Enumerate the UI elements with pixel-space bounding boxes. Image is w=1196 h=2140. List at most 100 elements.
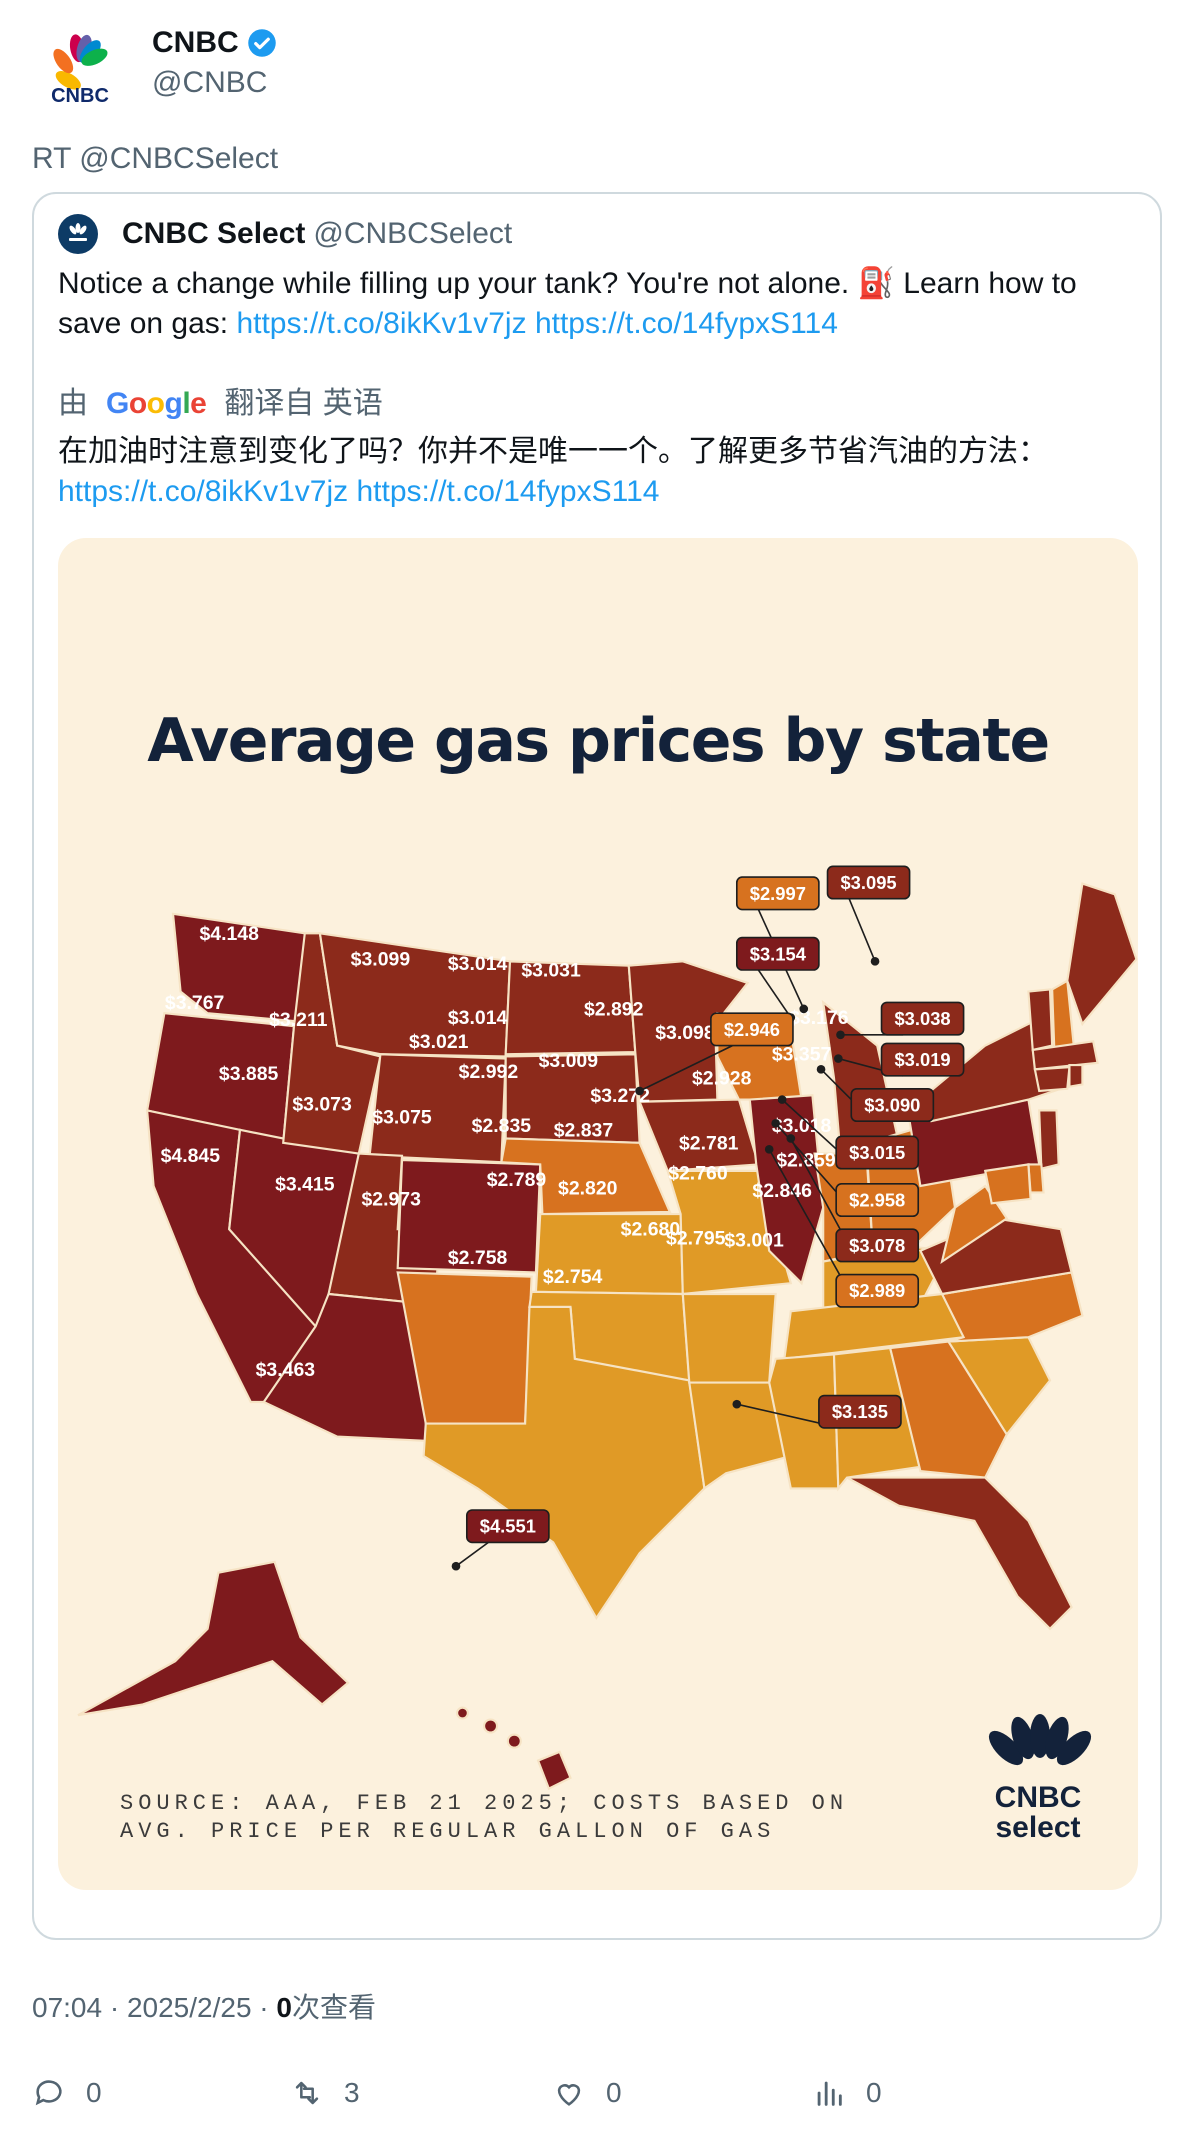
source-line-2: AVG. PRICE PER REGULAR GALLON OF GAS: [120, 1819, 776, 1844]
retweet-count: 3: [344, 2077, 360, 2108]
price-label-al: $2.795: [666, 1227, 726, 1249]
state-vt: [1027, 988, 1054, 1052]
translated-text: 在加油时注意到变化了吗？你并不是唯一一个。了解更多节省汽油的方法： https:…: [58, 432, 1138, 512]
callout-dot-ma: [836, 1030, 845, 1040]
price-label-nm: $2.973: [361, 1188, 421, 1210]
price-label-tx: $2.758: [448, 1247, 508, 1269]
state-ak: [77, 1560, 350, 1717]
price-label-sd: $3.014: [448, 1007, 508, 1029]
price-label-nv: $3.885: [219, 1063, 279, 1085]
callout-label-fl: $3.135: [832, 1401, 888, 1422]
callout-label-de: $2.958: [849, 1190, 905, 1211]
translate-prefix: 由: [58, 387, 88, 420]
author-handle[interactable]: @CNBC: [152, 64, 277, 102]
like-button[interactable]: 0: [552, 2076, 622, 2110]
callout-dot-fl: [732, 1399, 742, 1409]
callout-label-in: $2.946: [724, 1019, 780, 1040]
callout-dot-in: [635, 1086, 644, 1096]
price-label-ar: $2.820: [558, 1178, 618, 1200]
quoted-avatar[interactable]: [58, 214, 98, 254]
google-logo: Google: [106, 387, 207, 420]
logo-line-1: CNBC: [994, 1781, 1082, 1814]
reply-button[interactable]: 0: [32, 2076, 102, 2110]
source-note: SOURCE: AAA, FEB 21 2025; COSTS BASED ON…: [120, 1790, 848, 1846]
quoted-tweet-card[interactable]: CNBC Select @CNBCSelect Notice a change …: [32, 192, 1162, 1940]
cnbc-select-avatar-icon: [69, 223, 87, 241]
callout-dot-nh: [799, 1004, 809, 1014]
hi-island-1: [456, 1706, 469, 1720]
price-label-mi: $3.098: [655, 1022, 715, 1044]
callout-dot-ri: [834, 1054, 843, 1063]
price-label-ky: $2.781: [679, 1132, 739, 1154]
verified-badge-icon: [247, 29, 276, 57]
tweet-timestamp[interactable]: 07:04 · 2025/2/25 ·: [32, 1992, 276, 2023]
cnbc-select-logo: CNBC select: [978, 1708, 1098, 1848]
callout-label-md: $2.989: [849, 1280, 905, 1301]
avatar[interactable]: CNBC: [32, 24, 128, 120]
callout-dot-hi: [451, 1561, 461, 1571]
cnbc-select-peacock-icon: [988, 1714, 1092, 1766]
callout-label-ct: $3.090: [864, 1094, 920, 1115]
translated-link-1[interactable]: https://t.co/8ikKv1v7jz: [58, 475, 348, 508]
state-ar: [681, 1292, 777, 1384]
reply-icon: [35, 2080, 62, 2106]
quoted-tweet-text: Notice a change while filling up your ta…: [58, 264, 1138, 344]
svg-text:CNBC: CNBC: [51, 85, 109, 107]
price-label-oh: $2.928: [692, 1067, 752, 1089]
analytics-icon: [817, 2081, 842, 2106]
state-me: [1066, 882, 1138, 1027]
callout-line-hi: [455, 1541, 489, 1567]
price-label-mt: $3.099: [351, 949, 411, 971]
price-label-tn: $2.760: [668, 1163, 728, 1185]
price-label-ny: $3.176: [789, 1007, 849, 1029]
price-label-sc: $2.846: [752, 1180, 812, 1202]
author-name[interactable]: CNBC: [152, 24, 239, 62]
callout-dot-md: [764, 1144, 774, 1154]
callout-label-vt: $3.154: [750, 943, 807, 964]
gas-prices-infographic[interactable]: Average gas prices by state $4.148 $3.76…: [58, 538, 1138, 1890]
state-ri: [1068, 1063, 1084, 1088]
retweet-button[interactable]: 3: [290, 2076, 360, 2110]
us-gas-price-map: $4.148 $3.767 $4.845 $3.885 $3.211 $3.099 $3.0…: [77, 865, 1138, 1791]
state-hi: [536, 1750, 572, 1791]
tweet-link-1[interactable]: https://t.co/8ikKv1v7jz: [236, 307, 526, 340]
logo-line-2: select: [995, 1811, 1081, 1844]
quoted-author-handle[interactable]: @CNBCSelect: [313, 217, 512, 251]
callout-label-nh: $2.997: [750, 883, 806, 904]
price-label-pa: $3.357: [772, 1044, 831, 1066]
reply-count: 0: [86, 2077, 102, 2108]
price-label-wy: $3.021: [409, 1031, 469, 1053]
price-label-ok: $2.789: [487, 1169, 547, 1191]
hi-island-2: [483, 1718, 499, 1734]
callout-label-me: $3.095: [840, 872, 896, 893]
callout-line-me: [848, 898, 876, 962]
state-ct: [1033, 1066, 1071, 1093]
callout-dot-de: [771, 1119, 780, 1128]
price-label-ak: $3.463: [256, 1359, 316, 1381]
cnbc-peacock-logo-icon: CNBC: [51, 34, 109, 107]
callout-line-vt: [757, 969, 792, 1018]
price-label-wa: $4.148: [199, 923, 259, 945]
price-label-mn: $3.031: [521, 959, 581, 981]
tweet-actions: 0 3 0 0: [32, 2076, 1132, 2120]
price-label-ia: $3.009: [539, 1050, 599, 1072]
price-label-la: $2.754: [543, 1266, 603, 1288]
source-line-1: SOURCE: AAA, FEB 21 2025; COSTS BASED ON: [120, 1791, 849, 1816]
tweet-header: CNBC CNBC @CNBC: [32, 24, 277, 120]
hi-island-3: [506, 1733, 522, 1749]
translation-attribution: 由 Google 翻译自 英语: [58, 384, 383, 424]
callout-dot-me: [870, 957, 880, 966]
translated-link-2[interactable]: https://t.co/14fypxS114: [356, 475, 659, 508]
callout-dot-wv: [786, 1134, 796, 1143]
tweet-link-2[interactable]: https://t.co/14fypxS114: [535, 307, 838, 340]
quoted-author-name[interactable]: CNBC Select: [122, 217, 305, 251]
price-label-az: $3.415: [275, 1173, 335, 1195]
state-fl: [846, 1476, 1073, 1631]
state-md: [983, 1163, 1032, 1205]
price-label-or: $3.767: [165, 992, 224, 1014]
price-label-mo: $2.837: [554, 1119, 613, 1141]
heart-icon: [557, 2084, 581, 2106]
price-label-ks: $2.835: [472, 1115, 532, 1137]
views-button[interactable]: 0: [812, 2076, 882, 2110]
translate-suffix[interactable]: 翻译自 英语: [224, 384, 382, 424]
